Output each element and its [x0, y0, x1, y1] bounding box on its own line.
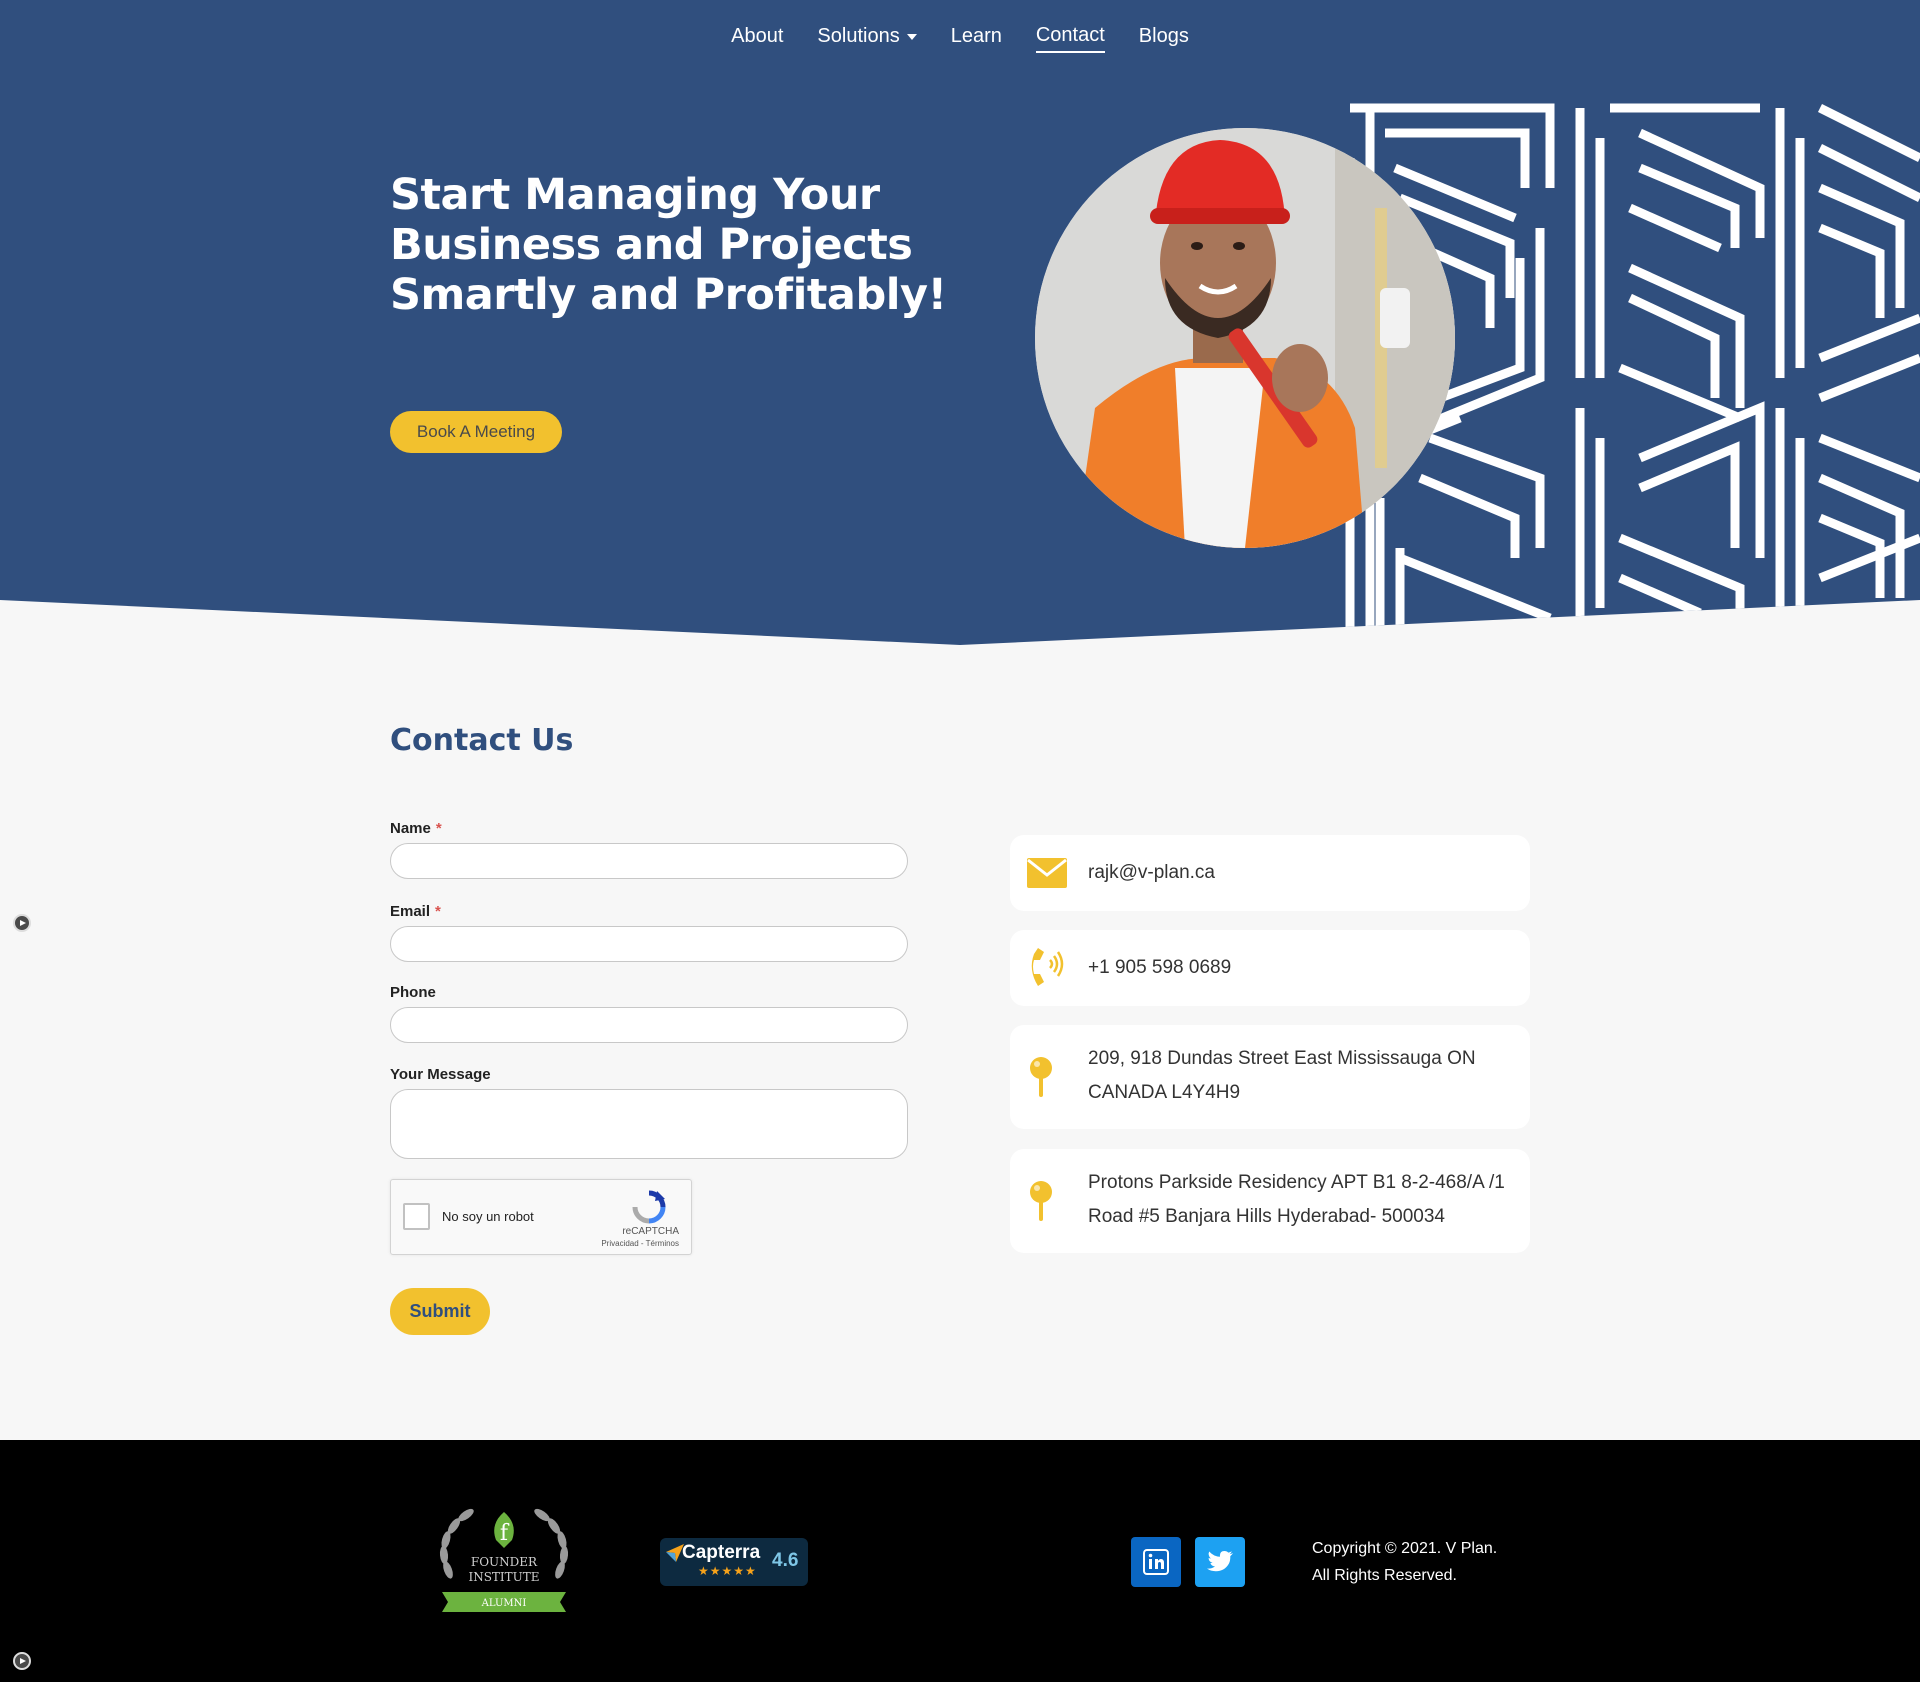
contact-title: Contact Us — [390, 723, 574, 758]
founder-institute-badge: f FOUNDER INSTITUTE ALUMNI — [439, 1508, 569, 1612]
founder-line2: INSTITUTE — [468, 1570, 539, 1584]
founder-line1: FOUNDER — [471, 1555, 538, 1569]
nav-about[interactable]: About — [731, 24, 783, 53]
submit-button[interactable]: Submit — [390, 1288, 490, 1335]
hero-section: About Solutions Learn Contact Blogs Star… — [0, 0, 1920, 645]
copyright-line2: All Rights Reserved. — [1312, 1567, 1457, 1584]
copyright-line1: Copyright © 2021. V Plan. — [1312, 1540, 1498, 1557]
footer — [0, 1440, 1920, 1682]
linkedin-button[interactable] — [1131, 1537, 1181, 1587]
required-mark: * — [435, 903, 441, 920]
founder-ribbon: ALUMNI — [481, 1598, 527, 1609]
hero-photo — [1035, 128, 1455, 548]
message-label: Your Message — [390, 1066, 491, 1083]
email-link[interactable]: rajk@v-plan.ca — [1088, 856, 1514, 890]
email-card: rajk@v-plan.ca — [1010, 835, 1530, 911]
play-icon[interactable] — [13, 1652, 31, 1670]
main-nav: About Solutions Learn Contact Blogs — [0, 24, 1920, 53]
address-card-1: 209, 918 Dundas Street East Mississauga … — [1010, 1025, 1530, 1129]
recaptcha-brand: reCAPTCHA — [622, 1226, 679, 1237]
map-pin-icon — [1030, 1057, 1052, 1097]
phone-label: Phone — [390, 984, 436, 1001]
email-label-text: Email — [390, 903, 431, 920]
recaptcha-terms-link[interactable]: Privacidad - Términos — [601, 1239, 679, 1248]
chevron-down-icon — [906, 33, 917, 40]
message-field[interactable] — [390, 1089, 908, 1159]
copyright: Copyright © 2021. V Plan. All Rights Res… — [1312, 1535, 1497, 1589]
nav-solutions[interactable]: Solutions — [817, 24, 917, 53]
capterra-stars: ★★★★★ — [698, 1564, 757, 1578]
name-field[interactable] — [390, 843, 908, 879]
hero-title: Start Managing Your Business and Project… — [390, 170, 947, 320]
address-card-2: Protons Parkside Residency APT B1 8-2-46… — [1010, 1149, 1530, 1253]
recaptcha-checkbox[interactable] — [403, 1203, 430, 1230]
nav-blogs[interactable]: Blogs — [1139, 24, 1189, 53]
map-pin-icon — [1030, 1181, 1052, 1221]
book-meeting-button[interactable]: Book A Meeting — [390, 411, 562, 453]
play-icon[interactable] — [13, 914, 31, 932]
recaptcha-widget: No soy un robot reCAPTCHA Privacidad - T… — [390, 1179, 692, 1255]
phone-card: +1 905 598 0689 — [1010, 930, 1530, 1006]
address-text-1: 209, 918 Dundas Street East Mississauga … — [1088, 1048, 1476, 1103]
linkedin-icon — [1143, 1549, 1169, 1575]
phone-link[interactable]: +1 905 598 0689 — [1088, 951, 1514, 985]
twitter-button[interactable] — [1195, 1537, 1245, 1587]
capterra-name: Capterra — [682, 1542, 761, 1563]
nav-solutions-label: Solutions — [817, 25, 900, 47]
name-label-text: Name — [390, 820, 431, 837]
phone-field[interactable] — [390, 1007, 908, 1043]
nav-contact[interactable]: Contact — [1035, 24, 1105, 53]
name-label: Name * — [390, 820, 442, 837]
twitter-icon — [1207, 1551, 1233, 1572]
phone-icon — [1031, 948, 1064, 986]
capterra-badge[interactable]: Capterra ★★★★★ 4.6 — [660, 1538, 808, 1586]
address-text-2: Protons Parkside Residency APT B1 8-2-46… — [1088, 1172, 1505, 1227]
worker-image — [1035, 128, 1455, 548]
recaptcha-icon — [632, 1190, 666, 1224]
envelope-icon — [1027, 858, 1067, 888]
nav-learn[interactable]: Learn — [951, 24, 1002, 53]
email-label: Email * — [390, 903, 441, 920]
capterra-score: 4.6 — [772, 1550, 799, 1571]
email-field[interactable] — [390, 926, 908, 962]
required-mark: * — [435, 820, 442, 837]
recaptcha-label: No soy un robot — [442, 1209, 534, 1224]
